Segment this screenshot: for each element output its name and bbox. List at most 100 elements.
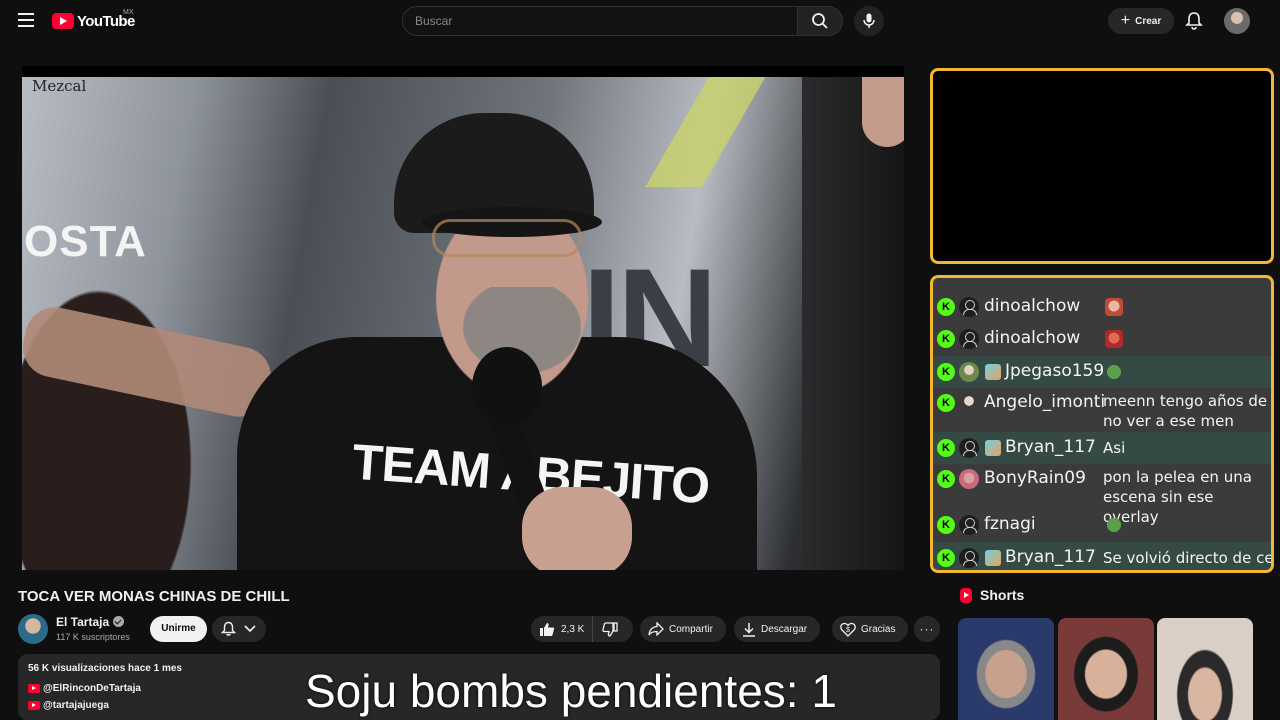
user-icon <box>959 297 979 317</box>
chat-username: Jpegaso159 <box>1005 361 1105 381</box>
chat-text: Asi <box>1103 439 1126 457</box>
youtube-mini-icon <box>28 701 40 710</box>
emote-icon <box>1105 330 1123 348</box>
video-watermark: Mezcal <box>32 77 87 95</box>
channel-link-text[interactable]: @ElRinconDeTartaja <box>43 683 141 694</box>
notifications-bell-icon[interactable] <box>1185 11 1203 31</box>
search-box <box>402 6 798 36</box>
emote-icon <box>1105 516 1123 534</box>
subscriber-badge-icon <box>985 364 1001 380</box>
dislike-button[interactable] <box>593 616 631 642</box>
kick-badge-icon: K <box>937 363 955 381</box>
kick-badge-icon: K <box>937 298 955 316</box>
chat-username: Angelo_imonti <box>984 392 1106 412</box>
kick-badge-icon: K <box>937 439 955 457</box>
like-count: 2,3 K <box>561 623 585 635</box>
bell-icon <box>221 621 236 636</box>
search-button[interactable] <box>797 6 843 36</box>
kick-badge-icon: K <box>937 549 955 567</box>
chat-message: K fznagi <box>933 510 1271 540</box>
download-icon <box>743 622 755 637</box>
user-icon <box>959 438 979 458</box>
user-avatar-icon <box>959 469 979 489</box>
chat-message: K dinoalchow <box>933 292 1271 322</box>
chat-overlay: K dinoalchow K dinoalchow K Jpegaso159 K… <box>930 275 1274 573</box>
share-label: Compartir <box>669 623 713 635</box>
download-label: Descargar <box>761 623 808 635</box>
subscriber-badge-icon <box>985 440 1001 456</box>
shorts-logo-icon <box>960 587 972 603</box>
short-thumbnail[interactable] <box>1157 618 1253 720</box>
menu-icon[interactable] <box>18 13 34 27</box>
chat-message: K Bryan_117 Asi <box>933 432 1271 464</box>
youtube-logo-icon <box>52 13 74 29</box>
view-count-date: 56 K visualizaciones hace 1 mes <box>28 663 182 674</box>
video-title: TOCA VER MONAS CHINAS DE CHILL <box>18 588 290 605</box>
chat-message: K Jpegaso159 <box>933 356 1271 388</box>
subscriber-count: 117 K suscriptores <box>56 632 130 642</box>
chat-username: fznagi <box>984 514 1036 534</box>
user-avatar[interactable] <box>1224 8 1250 34</box>
youtube-mini-icon <box>28 684 40 693</box>
chat-username: BonyRain09 <box>984 468 1086 488</box>
verified-check-icon <box>113 616 125 627</box>
description-link[interactable]: @tartajajuega <box>28 700 109 711</box>
user-icon <box>959 515 979 535</box>
emote-icon <box>1105 298 1123 316</box>
shorts-header: Shorts <box>960 587 1024 603</box>
more-actions-button[interactable]: ··· <box>914 616 940 642</box>
create-button[interactable]: + Crear <box>1108 8 1174 34</box>
subscription-notifications-button[interactable] <box>212 616 266 642</box>
like-button[interactable]: 2,3 K <box>531 616 593 642</box>
download-button[interactable]: Descargar <box>734 616 820 642</box>
channel-name[interactable]: El Tartaja <box>56 615 125 629</box>
top-bar: YouTube MX + Crear <box>0 0 1280 42</box>
user-icon <box>959 548 979 568</box>
thanks-label: Gracias <box>861 623 896 635</box>
chat-username: dinoalchow <box>984 328 1081 348</box>
chat-message: K BonyRain09 pon la pelea en una escena … <box>933 464 1271 526</box>
chat-text: meenn tengo años de no ver a ese men <box>1103 392 1268 430</box>
chevron-down-icon <box>244 625 256 633</box>
chat-message: K dinoalchow <box>933 324 1271 354</box>
user-icon <box>959 329 979 349</box>
channel-link-text[interactable]: @tartajajuega <box>43 700 109 711</box>
share-button[interactable]: Compartir <box>640 616 726 642</box>
channel-avatar[interactable] <box>18 614 48 644</box>
stream-overlay-text: Soju bombs pendientes: 1 <box>305 665 837 717</box>
shorts-title: Shorts <box>980 587 1025 603</box>
like-dislike-group: 2,3 K <box>531 616 633 642</box>
video-frame: Mezcal OSTA IN TEAM ABEJITO <box>22 77 904 570</box>
more-icon: ··· <box>919 622 935 636</box>
microphone-icon <box>863 13 875 28</box>
description-link[interactable]: @ElRinconDeTartaja <box>28 683 141 694</box>
chat-username: dinoalchow <box>984 296 1081 316</box>
user-avatar-icon <box>959 393 979 413</box>
chat-message: K Angelo_imonti meenn tengo años de no v… <box>933 388 1271 432</box>
emote-icon <box>1105 363 1123 381</box>
chat-username: Bryan_117 <box>1005 547 1096 567</box>
thanks-heart-icon: $ <box>840 622 856 637</box>
plus-icon: + <box>1120 12 1131 29</box>
svg-text:$: $ <box>846 627 850 634</box>
chat-text: Se volvió directo de cell <box>1103 549 1274 567</box>
search-input[interactable] <box>415 7 785 35</box>
join-button[interactable]: Unirme <box>150 616 207 642</box>
kick-badge-icon: K <box>937 470 955 488</box>
kick-badge-icon: K <box>937 394 955 412</box>
voice-search-button[interactable] <box>854 6 884 36</box>
share-icon <box>648 622 664 636</box>
chat-message: K Bryan_117 Se volvió directo de cell <box>933 542 1274 570</box>
thanks-button[interactable]: $ Gracias <box>832 616 908 642</box>
webcam-overlay <box>930 68 1274 264</box>
chat-username: Bryan_117 <box>1005 437 1096 457</box>
video-player[interactable]: Mezcal OSTA IN TEAM ABEJITO <box>22 66 904 570</box>
channel-name-text[interactable]: El Tartaja <box>56 615 109 629</box>
kick-badge-icon: K <box>937 330 955 348</box>
thumbs-up-icon <box>540 622 555 636</box>
short-thumbnail[interactable] <box>1058 618 1154 720</box>
thumbs-down-icon <box>601 621 618 637</box>
subscriber-badge-icon <box>985 550 1001 566</box>
short-thumbnail[interactable] <box>958 618 1054 720</box>
create-label: Crear <box>1135 15 1162 27</box>
